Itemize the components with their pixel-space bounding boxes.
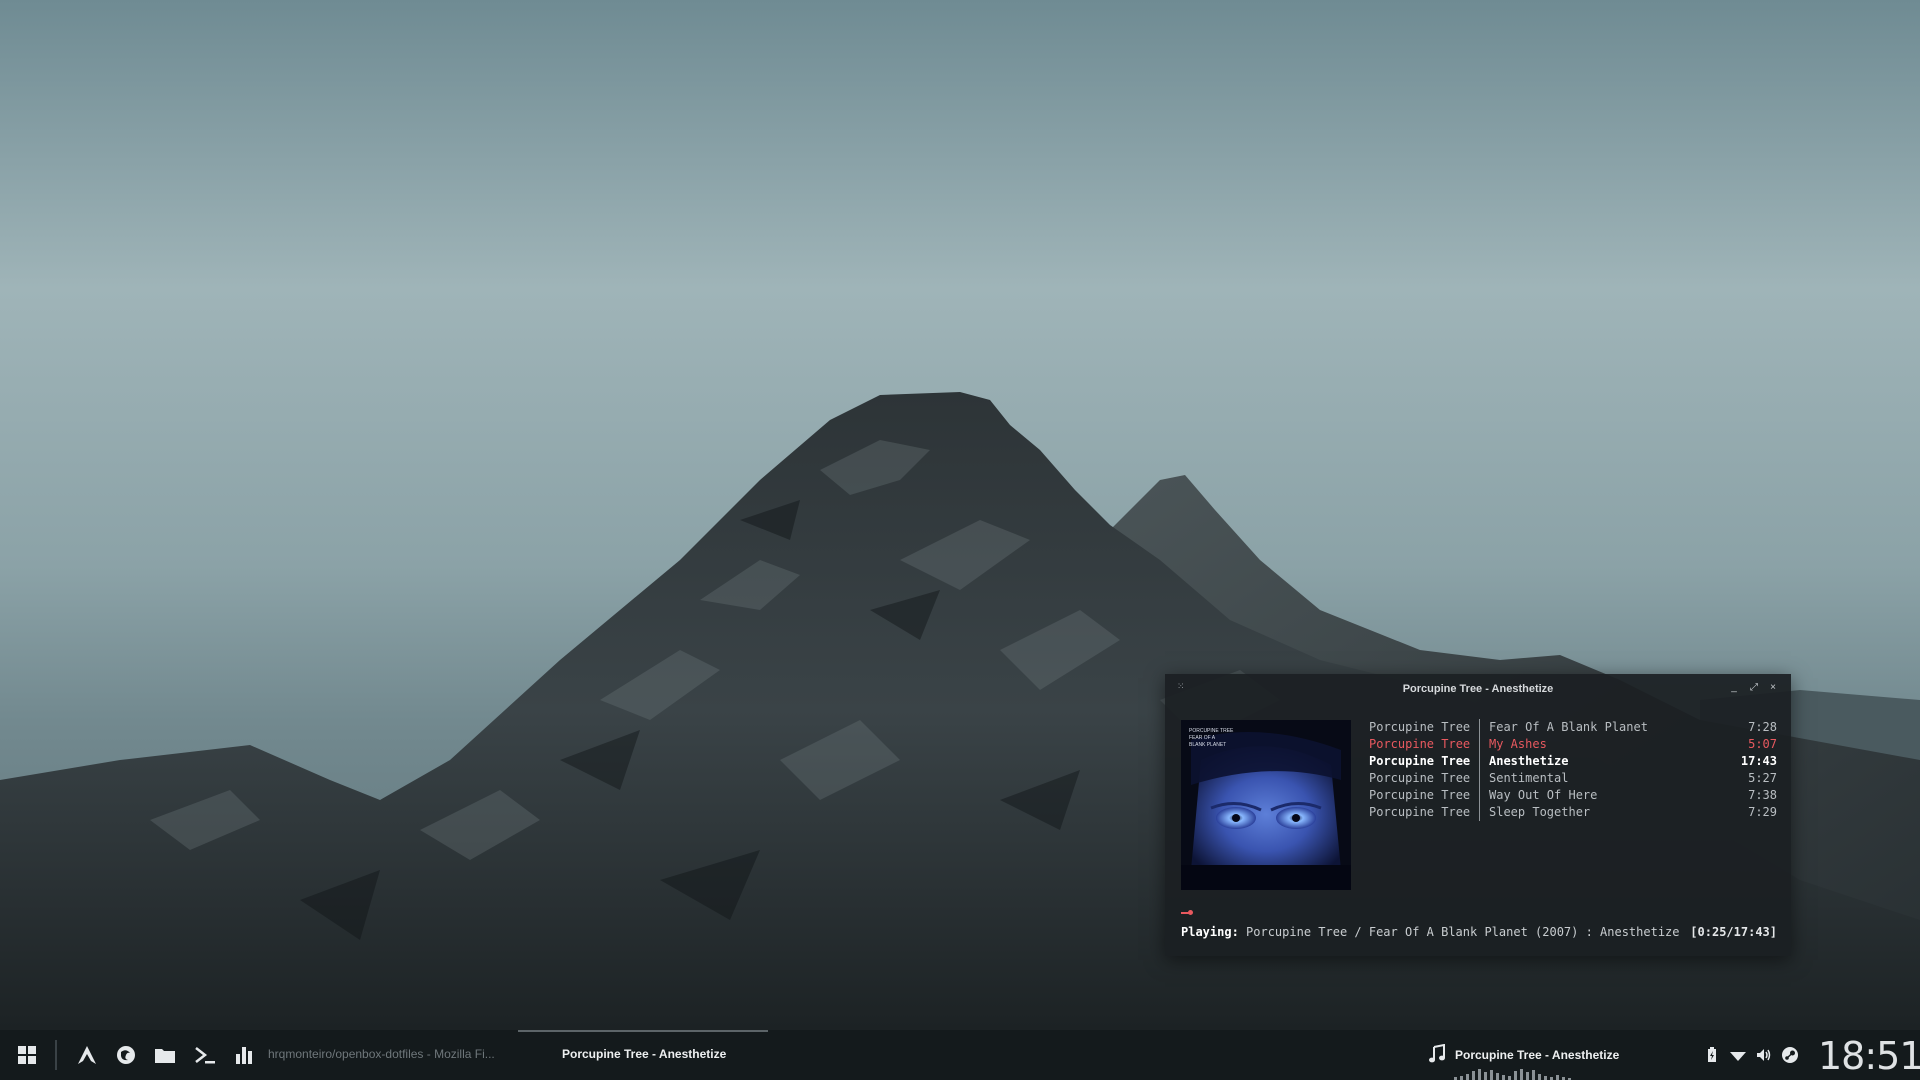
grid-icon[interactable] xyxy=(16,1044,38,1066)
playlist-row-playing[interactable]: Porcupine Tree Anesthetize 17:43 xyxy=(1369,753,1777,770)
minimize-button[interactable]: _ xyxy=(1728,682,1740,694)
playlist-row[interactable]: Porcupine Tree Way Out Of Here 7:38 xyxy=(1369,787,1777,804)
audio-visualizer xyxy=(1452,1068,1632,1080)
track-duration: 5:27 xyxy=(1748,771,1777,785)
firefox-icon[interactable] xyxy=(115,1044,137,1066)
task-label: Porcupine Tree - Anesthetize xyxy=(562,1047,727,1061)
track-title: Sleep Together xyxy=(1489,805,1591,819)
maximize-button[interactable]: ⤢ xyxy=(1748,682,1760,694)
active-task-indicator xyxy=(518,1030,768,1032)
task-music-player[interactable]: Porcupine Tree - Anesthetize xyxy=(518,1030,768,1080)
track-artist: Porcupine Tree xyxy=(1369,805,1471,819)
album-cover-text: PORCUPINE TREE xyxy=(1189,728,1234,734)
track-duration: 5:07 xyxy=(1748,737,1777,751)
track-duration: 17:43 xyxy=(1740,754,1777,768)
wifi-icon[interactable] xyxy=(1729,1046,1747,1064)
playlist-row[interactable]: Porcupine Tree Sleep Together 7:29 xyxy=(1369,804,1777,821)
album-art: PORCUPINE TREE FEAR OF A BLANK PLANET xyxy=(1181,720,1351,890)
now-playing-label: Porcupine Tree - Anesthetize xyxy=(1455,1048,1620,1062)
battery-charging-icon[interactable] xyxy=(1703,1046,1721,1064)
column-separator xyxy=(1479,787,1480,804)
music-note-icon xyxy=(1428,1043,1446,1064)
track-artist: Porcupine Tree xyxy=(1369,788,1471,802)
column-separator xyxy=(1479,753,1480,770)
playlist[interactable]: Porcupine Tree Fear Of A Blank Planet 7:… xyxy=(1369,719,1777,821)
track-artist: Porcupine Tree xyxy=(1369,754,1471,768)
track-artist: Porcupine Tree xyxy=(1369,720,1471,734)
window-title: Porcupine Tree - Anesthetize xyxy=(1402,683,1554,695)
clock: 18:51 xyxy=(1818,1034,1920,1078)
status-label: Playing: xyxy=(1181,925,1247,939)
taskbar: hrqmonteiro/openbox-dotfiles - Mozilla F… xyxy=(0,1030,1920,1080)
volume-icon[interactable] xyxy=(1755,1046,1773,1064)
track-title: Way Out Of Here xyxy=(1489,788,1598,802)
status-elapsed-time: [0:25/17:43] xyxy=(1690,925,1777,939)
column-separator xyxy=(1479,804,1480,821)
playlist-row[interactable]: Porcupine Tree Fear Of A Blank Planet 7:… xyxy=(1369,719,1777,736)
column-separator xyxy=(1479,770,1480,787)
progress-bar[interactable] xyxy=(1181,910,1195,915)
column-separator xyxy=(1479,736,1480,753)
track-title: Sentimental xyxy=(1489,771,1569,785)
taskbar-divider xyxy=(55,1040,57,1070)
terminal-icon[interactable] xyxy=(194,1044,216,1066)
progress-handle[interactable] xyxy=(1188,910,1193,915)
album-cover-text: BLANK PLANET xyxy=(1189,742,1226,748)
task-firefox[interactable]: hrqmonteiro/openbox-dotfiles - Mozilla F… xyxy=(268,1047,495,1061)
window-titlebar[interactable]: ⁙ Porcupine Tree - Anesthetize _ ⤢ × xyxy=(1165,674,1791,704)
track-title: My Ashes xyxy=(1489,737,1547,751)
track-artist: Porcupine Tree xyxy=(1369,771,1471,785)
track-duration: 7:28 xyxy=(1748,720,1777,734)
arch-logo-icon[interactable] xyxy=(76,1044,98,1066)
steam-icon[interactable] xyxy=(1781,1046,1799,1064)
album-cover-text: FEAR OF A xyxy=(1189,735,1216,741)
track-duration: 7:38 xyxy=(1748,788,1777,802)
folder-icon[interactable] xyxy=(154,1044,176,1066)
status-line: Playing: Porcupine Tree / Fear Of A Blan… xyxy=(1181,925,1777,939)
track-duration: 7:29 xyxy=(1748,805,1777,819)
column-separator xyxy=(1479,719,1480,736)
track-artist: Porcupine Tree xyxy=(1369,737,1471,751)
track-title: Anesthetize xyxy=(1489,754,1569,768)
music-player-window[interactable]: ⁙ Porcupine Tree - Anesthetize _ ⤢ × POR… xyxy=(1165,674,1791,956)
playlist-row[interactable]: Porcupine Tree Sentimental 5:27 xyxy=(1369,770,1777,787)
status-track-info: Porcupine Tree / Fear Of A Blank Planet … xyxy=(1246,925,1680,939)
bar-chart-icon[interactable] xyxy=(233,1044,255,1066)
track-title: Fear Of A Blank Planet xyxy=(1489,720,1648,734)
close-button[interactable]: × xyxy=(1767,682,1779,694)
playlist-row-selected[interactable]: Porcupine Tree My Ashes 5:07 xyxy=(1369,736,1777,753)
